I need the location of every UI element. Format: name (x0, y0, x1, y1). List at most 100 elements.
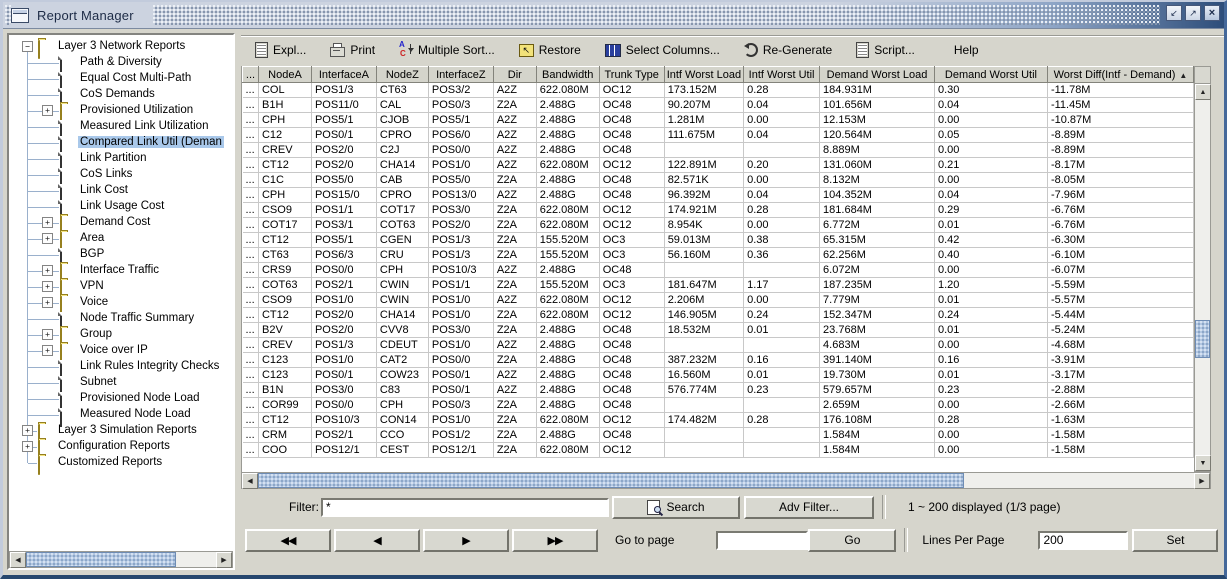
next-page-button[interactable]: ▶ (423, 529, 509, 552)
tree-item-group[interactable]: +Group (9, 327, 233, 343)
expand-toggle-icon[interactable]: + (42, 329, 53, 340)
column-header-dir[interactable]: Dir (493, 67, 536, 83)
tree-item-subnet[interactable]: Subnet (9, 375, 233, 391)
column-header-bandwidth[interactable]: Bandwidth (536, 67, 599, 83)
tree-item-measured-link-utilization[interactable]: Measured Link Utilization (9, 119, 233, 135)
table-hscroll-thumb[interactable] (258, 473, 964, 488)
table-row[interactable]: ...CT12POS2/0CHA14POS1/0Z2A622.080MOC121… (243, 308, 1194, 323)
toolbar-button-script[interactable]: Script... (856, 42, 915, 58)
toolbar-button-multiple-sort[interactable]: Multiple Sort... (399, 43, 495, 57)
tree-item-node-traffic-summary[interactable]: Node Traffic Summary (9, 311, 233, 327)
column-header-demand-worst-load[interactable]: Demand Worst Load (820, 67, 935, 83)
column-header-interfacez[interactable]: InterfaceZ (428, 67, 493, 83)
table-row[interactable]: ...CT12POS5/1CGENPOS1/3Z2A155.520MOC359.… (243, 233, 1194, 248)
tree-item-cos-demands[interactable]: CoS Demands (9, 87, 233, 103)
tree-horizontal-scrollbar[interactable]: ◀ ▶ (9, 551, 233, 568)
tree-item-path-diversity[interactable]: Path & Diversity (9, 55, 233, 71)
tree-item-provisioned-utilization[interactable]: +Provisioned Utilization (9, 103, 233, 119)
toolbar-button-re-generate[interactable]: Re-Generate (744, 43, 832, 57)
expand-toggle-icon[interactable]: + (42, 281, 53, 292)
filter-input[interactable] (321, 498, 609, 517)
tree-item-bgp[interactable]: BGP (9, 247, 233, 263)
table-horizontal-scrollbar[interactable]: ◀ ▶ (241, 472, 1211, 489)
collapse-toggle-icon[interactable]: − (22, 41, 33, 52)
tree-item-voice[interactable]: +Voice (9, 295, 233, 311)
toolbar-button-help[interactable]: Help (939, 43, 979, 57)
tree-item-area[interactable]: +Area (9, 231, 233, 247)
set-button[interactable]: Set (1132, 529, 1218, 552)
table-row[interactable]: ...CPHPOS15/0CPROPOS13/0A2Z2.488GOC4896.… (243, 188, 1194, 203)
maximize-button[interactable]: ↗ (1185, 5, 1201, 21)
table-row[interactable]: ...B1NPOS3/0C83POS0/1A2Z2.488GOC48576.77… (243, 383, 1194, 398)
column-header-nodez[interactable]: NodeZ (376, 67, 428, 83)
close-button[interactable]: × (1204, 5, 1220, 21)
restore-down-button[interactable]: ↙ (1166, 5, 1182, 21)
column-header-worst-diff-intf-demand[interactable]: Worst Diff(Intf - Demand)▲ (1047, 67, 1193, 83)
tree-item-customized-reports[interactable]: Customized Reports (9, 455, 233, 471)
table-row[interactable]: ...CREVPOS1/3CDEUTPOS1/0A2Z2.488GOC484.6… (243, 338, 1194, 353)
table-row[interactable]: ...CT63POS6/3CRUPOS1/3Z2A155.520MOC356.1… (243, 248, 1194, 263)
tree-scroll-left-button[interactable]: ◀ (10, 552, 26, 568)
tree-item-layer-3-network-reports[interactable]: −Layer 3 Network Reports (9, 39, 233, 55)
tree-item-link-partition[interactable]: Link Partition (9, 151, 233, 167)
first-page-button[interactable]: ◀◀ (245, 529, 331, 552)
tree-item-demand-cost[interactable]: +Demand Cost (9, 215, 233, 231)
tree-item-compared-link-util-deman[interactable]: Compared Link Util (Deman (9, 135, 233, 151)
table-vertical-scrollbar[interactable]: ▲ ▼ (1194, 66, 1211, 472)
expand-toggle-icon[interactable]: + (42, 297, 53, 308)
tree-scroll-right-button[interactable]: ▶ (216, 552, 232, 568)
tree-item-interface-traffic[interactable]: +Interface Traffic (9, 263, 233, 279)
table-row[interactable]: ...CREVPOS2/0C2JPOS0/0A2Z2.488GOC488.889… (243, 143, 1194, 158)
expand-toggle-icon[interactable]: + (22, 441, 33, 452)
table-row[interactable]: ...COLPOS1/3CT63POS3/2A2Z622.080MOC12173… (243, 83, 1194, 98)
page-number-input[interactable] (716, 531, 808, 550)
table-row[interactable]: ...COT17POS3/1COT63POS2/0Z2A622.080MOC12… (243, 218, 1194, 233)
tree-item-measured-node-load[interactable]: Measured Node Load (9, 407, 233, 423)
expand-toggle-icon[interactable]: + (42, 233, 53, 244)
adv-filter-button[interactable]: Adv Filter... (744, 496, 874, 519)
table-scroll-right-button[interactable]: ▶ (1194, 473, 1210, 489)
toolbar-button-print[interactable]: Print (330, 43, 375, 57)
go-button[interactable]: Go (808, 529, 896, 552)
column-header-nodea[interactable]: NodeA (258, 67, 311, 83)
expand-toggle-icon[interactable]: + (42, 265, 53, 276)
tree-item-cos-links[interactable]: CoS Links (9, 167, 233, 183)
expand-toggle-icon[interactable]: + (22, 425, 33, 436)
toolbar-button-expl[interactable]: Expl... (255, 42, 306, 58)
tree-item-link-rules-integrity-checks[interactable]: Link Rules Integrity Checks (9, 359, 233, 375)
table-scroll-up-button[interactable]: ▲ (1195, 84, 1211, 100)
last-page-button[interactable]: ▶▶ (512, 529, 598, 552)
search-button[interactable]: Search (612, 496, 740, 519)
toolbar-button-select-columns[interactable]: Select Columns... (605, 43, 720, 57)
tree-scroll-thumb[interactable] (26, 552, 176, 567)
table-row[interactable]: ...COOPOS12/1CESTPOS12/1Z2A622.080MOC121… (243, 443, 1194, 458)
tree-item-equal-cost-multi-path[interactable]: Equal Cost Multi-Path (9, 71, 233, 87)
table-row[interactable]: ...CRS9POS0/0CPHPOS10/3A2Z2.488GOC486.07… (243, 263, 1194, 278)
table-scroll-down-button[interactable]: ▼ (1195, 455, 1211, 471)
table-vscroll-track[interactable] (1195, 100, 1210, 455)
table-row[interactable]: ...B1HPOS11/0CALPOS0/3Z2A2.488GOC4890.20… (243, 98, 1194, 113)
lines-per-page-input[interactable] (1038, 531, 1128, 550)
table-row[interactable]: ...COR99POS0/0CPHPOS0/3Z2A2.488GOC482.65… (243, 398, 1194, 413)
column-header-trunk-type[interactable]: Trunk Type (599, 67, 664, 83)
expand-toggle-icon[interactable]: + (42, 217, 53, 228)
table-row[interactable]: ...B2VPOS2/0CVV8POS3/0Z2A2.488GOC4818.53… (243, 323, 1194, 338)
expand-toggle-icon[interactable]: + (42, 105, 53, 116)
tree-item-layer-3-simulation-reports[interactable]: +Layer 3 Simulation Reports (9, 423, 233, 439)
toolbar-button-restore[interactable]: ↖Restore (519, 43, 581, 57)
table-row[interactable]: ...CPHPOS5/1CJOBPOS5/1A2Z2.488GOC481.281… (243, 113, 1194, 128)
tree-item-link-usage-cost[interactable]: Link Usage Cost (9, 199, 233, 215)
tree-item-provisioned-node-load[interactable]: Provisioned Node Load (9, 391, 233, 407)
table-row[interactable]: ...CT12POS2/0CHA14POS1/0A2Z622.080MOC121… (243, 158, 1194, 173)
table-row[interactable]: ...C1CPOS5/0CABPOS5/0Z2A2.488GOC4882.571… (243, 173, 1194, 188)
table-scroll-left-button[interactable]: ◀ (242, 473, 258, 489)
title-bar[interactable]: Report Manager ↙↗× (3, 2, 1224, 29)
tree-item-voice-over-ip[interactable]: +Voice over IP (9, 343, 233, 359)
tree-scroll-track[interactable] (26, 552, 216, 567)
table-row[interactable]: ...C123POS1/0CAT2POS0/0Z2A2.488GOC48387.… (243, 353, 1194, 368)
column-header-intf-worst-load[interactable]: Intf Worst Load (664, 67, 743, 83)
table-row[interactable]: ...CRMPOS2/1CCOPOS1/2Z2A2.488GOC481.584M… (243, 428, 1194, 443)
table-row[interactable]: ...C123POS0/1COW23POS0/1A2Z2.488GOC4816.… (243, 368, 1194, 383)
table-hscroll-track[interactable] (258, 473, 1194, 488)
prev-page-button[interactable]: ◀ (334, 529, 420, 552)
